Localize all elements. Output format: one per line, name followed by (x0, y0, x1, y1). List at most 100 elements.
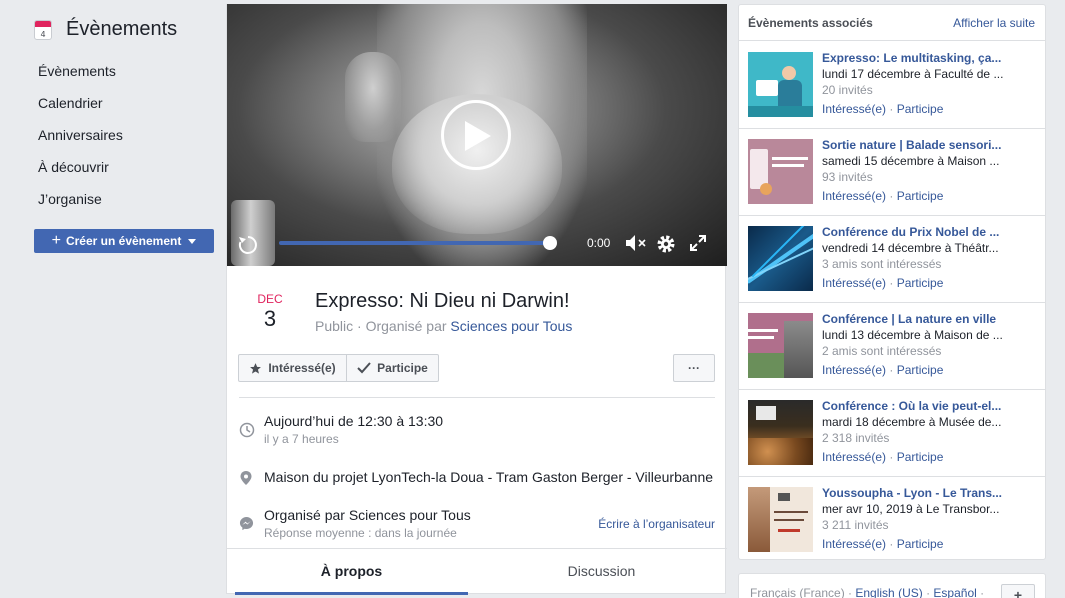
related-event-date: mer avr 10, 2019 à Le Transbor... (822, 502, 1000, 516)
event-month: DEC (257, 292, 283, 306)
related-event-thumbnail[interactable] (748, 139, 813, 204)
create-event-button[interactable]: + Créer un évènement (34, 229, 214, 253)
related-event-thumbnail[interactable] (748, 313, 813, 378)
related-participate-link[interactable]: Participe (897, 102, 944, 116)
related-event-actions: Intéressé(e) · Participe (822, 189, 944, 203)
sidebar-nav: Évènements Calendrier Anniversaires À dé… (38, 62, 123, 222)
settings-gear-icon[interactable] (655, 233, 677, 255)
related-event-actions: Intéressé(e) · Participe (822, 276, 944, 290)
related-event-item[interactable]: Conférence : Où la vie peut-el... mardi … (739, 390, 1045, 477)
play-icon (465, 121, 491, 151)
related-event-thumbnail[interactable] (748, 226, 813, 291)
related-event-title[interactable]: Expresso: Le multitasking, ça... (822, 51, 1022, 65)
tab-discussion[interactable]: Discussion (485, 549, 718, 595)
divider (239, 397, 715, 398)
more-languages-button[interactable]: + (1001, 584, 1035, 598)
related-event-count: 20 invités (822, 83, 873, 97)
related-participate-link[interactable]: Participe (897, 450, 944, 464)
language-link-espanol[interactable]: Español (933, 586, 976, 598)
event-date: DEC 3 (247, 292, 293, 332)
participate-label: Participe (377, 361, 428, 375)
related-interested-link[interactable]: Intéressé(e) (822, 102, 886, 116)
related-event-thumbnail[interactable] (748, 400, 813, 465)
related-participate-link[interactable]: Participe (897, 537, 944, 551)
sidebar-item-decouvrir[interactable]: À découvrir (38, 158, 123, 190)
related-participate-link[interactable]: Participe (897, 276, 944, 290)
related-events-title: Évènements associés (748, 16, 873, 30)
related-event-count: 3 211 invités (822, 518, 889, 532)
related-event-actions: Intéressé(e) · Participe (822, 102, 944, 116)
related-event-title[interactable]: Conférence | La nature en ville (822, 312, 1022, 326)
related-event-count: 93 invités (822, 170, 873, 184)
event-location[interactable]: Maison du projet LyonTech-la Doua - Tram… (264, 469, 713, 485)
related-interested-link[interactable]: Intéressé(e) (822, 450, 886, 464)
event-time[interactable]: Aujourd’hui de 12:30 à 13:30 (264, 413, 443, 429)
video-progress-bar[interactable] (279, 241, 549, 245)
video-frame-thumb (345, 52, 401, 142)
fullscreen-icon[interactable] (689, 234, 707, 252)
more-icon: ··· (688, 361, 700, 375)
related-event-count: 2 amis sont intéressés (822, 344, 942, 358)
clock-icon (239, 422, 255, 438)
event-card: 0:00 DEC 3 Expresso: Ni Dieu ni Darwin! … (226, 4, 727, 595)
sidebar-item-organise[interactable]: J’organise (38, 190, 123, 222)
replay-icon[interactable] (237, 234, 259, 256)
related-event-count: 3 amis sont intéressés (822, 257, 942, 271)
sidebar-item-anniversaires[interactable]: Anniversaires (38, 126, 123, 158)
star-icon (250, 362, 262, 374)
location-pin-icon (240, 471, 252, 485)
event-organizer-link[interactable]: Sciences pour Tous (450, 318, 572, 334)
related-events-header: Évènements associés Afficher la suite (739, 5, 1045, 41)
related-event-count: 2 318 invités (822, 431, 890, 445)
caret-down-icon (188, 238, 197, 244)
plus-icon: + (51, 232, 61, 249)
calendar-icon-day: 4 (40, 29, 46, 39)
mute-icon[interactable] (623, 232, 647, 254)
related-event-title[interactable]: Youssoupha - Lyon - Le Trans... (822, 486, 1022, 500)
write-organizer-link[interactable]: Écrire à l’organisateur (598, 517, 715, 531)
interested-button[interactable]: Intéressé(e) (238, 354, 347, 382)
video-player[interactable]: 0:00 (227, 4, 727, 266)
event-organized-by: Organisé par Sciences pour Tous (264, 507, 471, 523)
related-interested-link[interactable]: Intéressé(e) (822, 537, 886, 551)
related-event-title[interactable]: Conférence du Prix Nobel de ... (822, 225, 1022, 239)
related-interested-link[interactable]: Intéressé(e) (822, 276, 886, 290)
related-participate-link[interactable]: Participe (897, 189, 944, 203)
check-icon (357, 362, 371, 374)
related-event-item[interactable]: Youssoupha - Lyon - Le Trans... mer avr … (739, 477, 1045, 564)
related-event-thumbnail[interactable] (748, 52, 813, 117)
related-event-item[interactable]: Sortie nature | Balade sensori... samedi… (739, 129, 1045, 216)
related-event-thumbnail[interactable] (748, 487, 813, 552)
sidebar-title[interactable]: Évènements (66, 18, 177, 41)
related-event-item[interactable]: Expresso: Le multitasking, ça... lundi 1… (739, 42, 1045, 129)
sidebar-item-evenements[interactable]: Évènements (38, 62, 123, 94)
language-link-english[interactable]: English (US) (855, 586, 922, 598)
related-event-item[interactable]: Conférence | La nature en ville lundi 13… (739, 303, 1045, 390)
calendar-icon: 4 (34, 19, 52, 40)
related-event-title[interactable]: Sortie nature | Balade sensori... (822, 138, 1022, 152)
video-controls: 0:00 (227, 228, 727, 258)
language-separator: · (980, 586, 985, 598)
related-event-item[interactable]: Conférence du Prix Nobel de ... vendredi… (739, 216, 1045, 303)
event-privacy: Public (315, 318, 354, 334)
tab-about[interactable]: À propos (235, 549, 468, 595)
related-event-date: lundi 17 décembre à Faculté de ... (822, 67, 1004, 81)
create-event-label: Créer un évènement (65, 234, 182, 248)
left-sidebar: 4 Évènements Évènements Calendrier Anniv… (0, 0, 226, 598)
related-participate-link[interactable]: Participe (897, 363, 944, 377)
event-title: Expresso: Ni Dieu ni Darwin! (315, 290, 570, 312)
participate-button[interactable]: Participe (346, 354, 439, 382)
related-event-title[interactable]: Conférence : Où la vie peut-el... (822, 399, 1022, 413)
related-interested-link[interactable]: Intéressé(e) (822, 363, 886, 377)
messenger-icon (239, 516, 254, 531)
see-more-link[interactable]: Afficher la suite (953, 16, 1035, 30)
more-options-button[interactable]: ··· (673, 354, 715, 382)
related-interested-link[interactable]: Intéressé(e) (822, 189, 886, 203)
event-response-time: Réponse moyenne : dans la journée (264, 526, 457, 540)
event-day: 3 (263, 306, 277, 331)
sidebar-item-calendrier[interactable]: Calendrier (38, 94, 123, 126)
play-button[interactable] (441, 100, 511, 170)
related-event-actions: Intéressé(e) · Participe (822, 363, 944, 377)
video-progress-knob[interactable] (543, 236, 557, 250)
event-time-ago: il y a 7 heures (264, 432, 339, 446)
